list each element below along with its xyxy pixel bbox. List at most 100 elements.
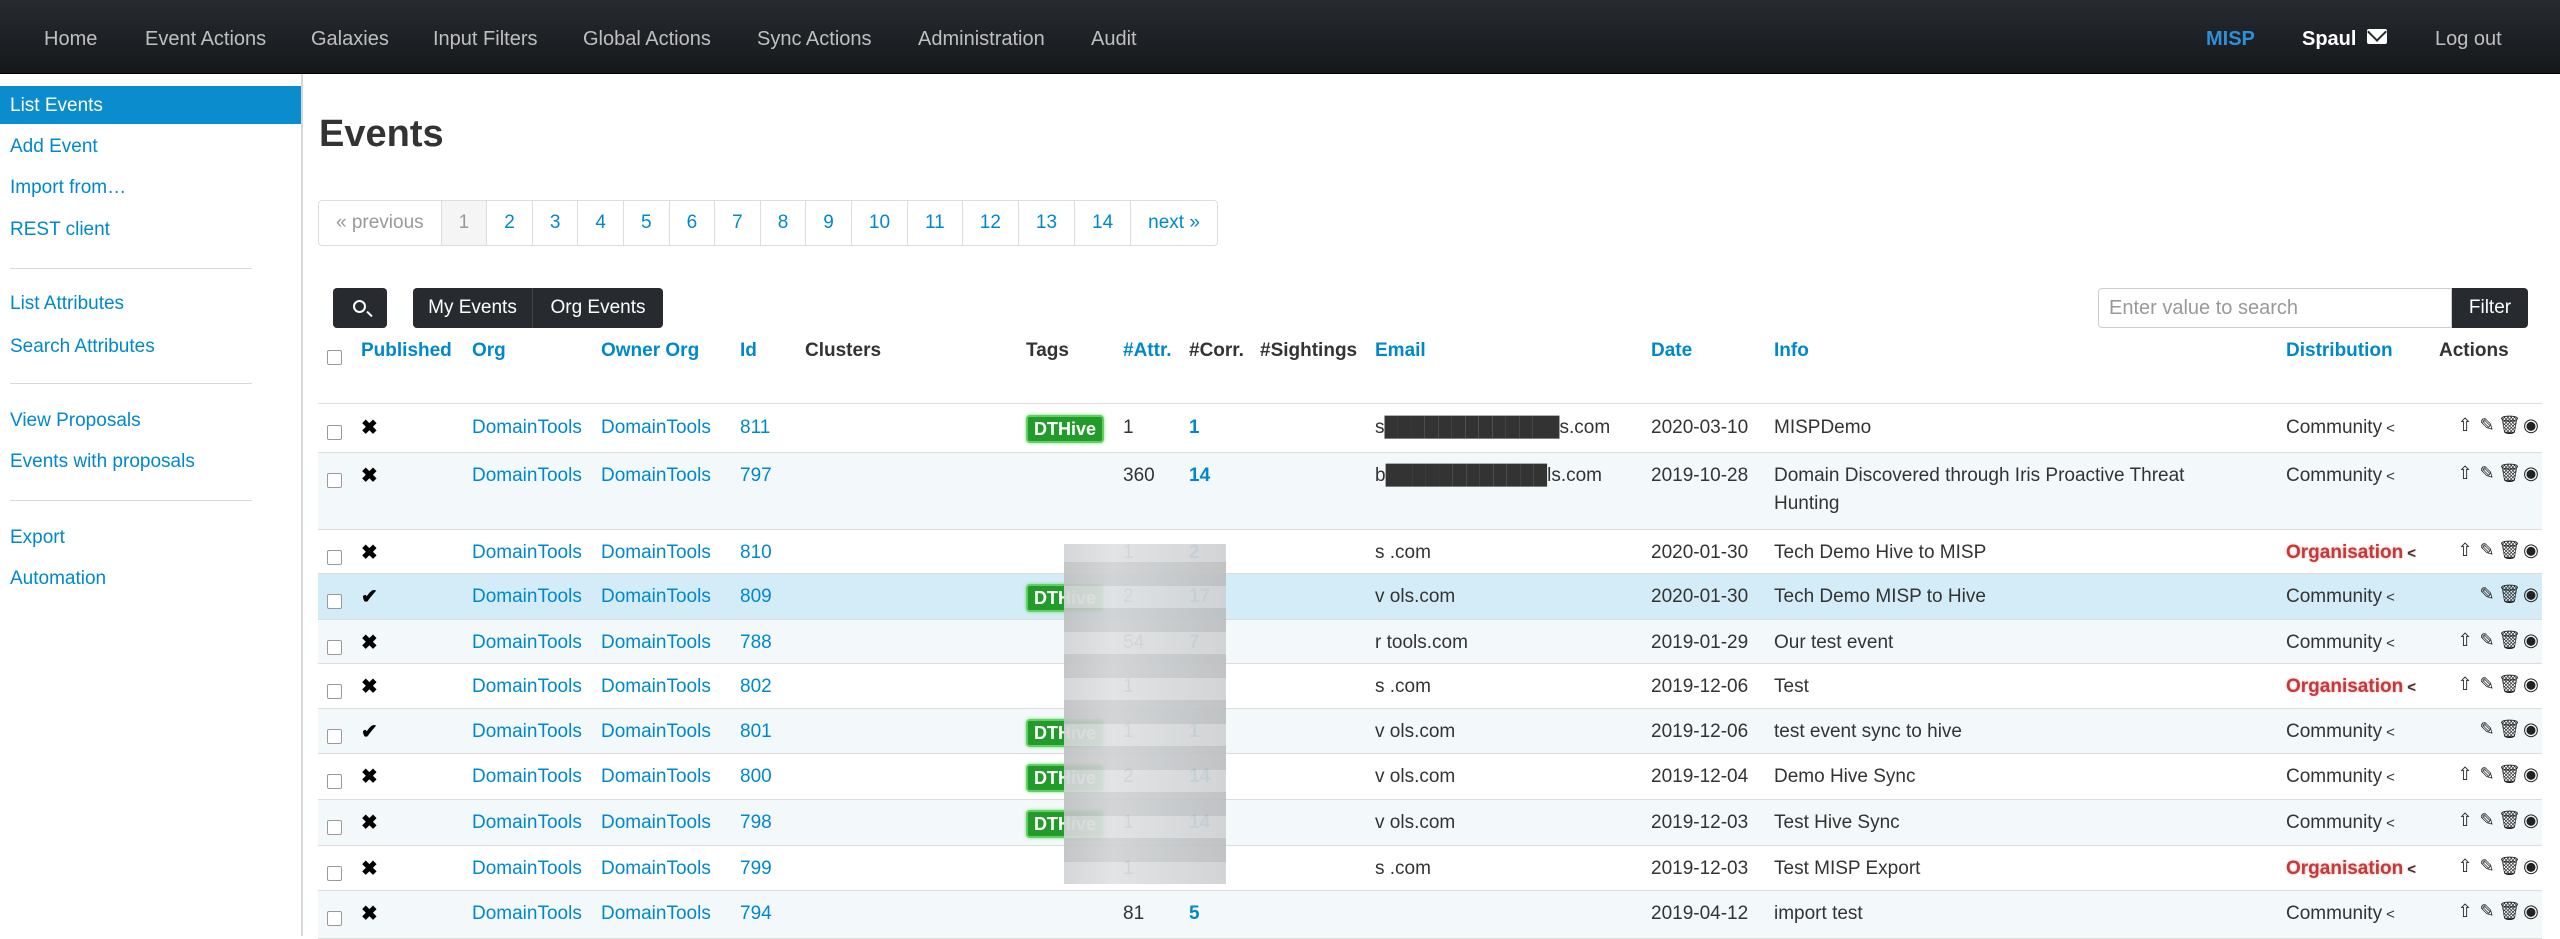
pagination-previous[interactable]: « previous — [319, 201, 441, 245]
owner-org-link[interactable]: DomainTools — [601, 809, 711, 837]
event-id-link[interactable]: 794 — [740, 900, 772, 928]
event-id-link[interactable]: 810 — [740, 539, 772, 567]
nav-home[interactable]: Home — [44, 0, 97, 74]
org-link[interactable]: DomainTools — [472, 462, 582, 490]
search-toggle-button[interactable] — [333, 288, 387, 328]
upload-icon[interactable]: ⇧ — [2454, 810, 2476, 831]
trash-icon[interactable]: 🗑︎ — [2498, 719, 2521, 740]
row-checkbox[interactable] — [327, 684, 342, 699]
sidebar-item-events-with-proposals[interactable]: Events with proposals — [0, 442, 301, 480]
trash-icon[interactable]: 🗑︎ — [2498, 630, 2521, 651]
upload-icon[interactable]: ⇧ — [2454, 463, 2476, 484]
pagination-next[interactable]: next » — [1130, 201, 1217, 245]
nav-brand[interactable]: MISP — [2206, 0, 2255, 74]
sidebar-item-export[interactable]: Export — [0, 518, 301, 556]
eye-icon[interactable]: ◉ — [2520, 810, 2542, 831]
eye-icon[interactable]: ◉ — [2520, 764, 2542, 785]
row-checkbox[interactable] — [327, 594, 342, 609]
row-checkbox[interactable] — [327, 820, 342, 835]
nav-event-actions[interactable]: Event Actions — [145, 0, 266, 74]
org-link[interactable]: DomainTools — [472, 763, 582, 791]
event-id-link[interactable]: 788 — [740, 629, 772, 657]
nav-input-filters[interactable]: Input Filters — [433, 0, 537, 74]
trash-icon[interactable]: 🗑︎ — [2498, 856, 2521, 877]
upload-icon[interactable]: ⇧ — [2454, 901, 2476, 922]
nav-logout[interactable]: Log out — [2435, 0, 2502, 74]
sidebar-item-automation[interactable]: Automation — [0, 559, 301, 597]
pagination-page[interactable]: 6 — [668, 201, 715, 245]
event-tag[interactable]: DTHive — [1026, 415, 1105, 443]
trash-icon[interactable]: 🗑︎ — [2498, 674, 2521, 695]
org-link[interactable]: DomainTools — [472, 809, 582, 837]
owner-org-link[interactable]: DomainTools — [601, 462, 711, 490]
sidebar-item-list-attributes[interactable]: List Attributes — [0, 284, 301, 322]
pagination-page[interactable]: 14 — [1074, 201, 1130, 245]
owner-org-link[interactable]: DomainTools — [601, 855, 711, 883]
row-checkbox[interactable] — [327, 473, 342, 488]
org-link[interactable]: DomainTools — [472, 414, 582, 442]
upload-icon[interactable]: ⇧ — [2454, 540, 2476, 561]
header-date[interactable]: Date — [1651, 340, 1692, 362]
nav-sync-actions[interactable]: Sync Actions — [757, 0, 872, 74]
header-email[interactable]: Email — [1375, 340, 1426, 362]
table-row[interactable]: ✖ DomainTools DomainTools 794 81 5 2019-04-12 i… — [318, 891, 2542, 939]
pagination-page[interactable]: 3 — [531, 201, 578, 245]
eye-icon[interactable]: ◉ — [2520, 584, 2542, 605]
org-link[interactable]: DomainTools — [472, 900, 582, 928]
header-info[interactable]: Info — [1774, 340, 1809, 362]
header-distribution[interactable]: Distribution — [2286, 340, 2393, 362]
table-row[interactable]: ✖DomainToolsDomainTools81012s .com2020-0… — [318, 530, 2542, 574]
eye-icon[interactable]: ◉ — [2520, 415, 2542, 436]
owner-org-link[interactable]: DomainTools — [601, 718, 711, 746]
owner-org-link[interactable]: DomainTools — [601, 673, 711, 701]
trash-icon[interactable]: 🗑︎ — [2498, 764, 2521, 785]
edit-icon[interactable]: ✎ — [2476, 856, 2498, 877]
table-row[interactable]: ✖DomainToolsDomainTools788547r tools.com… — [318, 620, 2542, 664]
table-row[interactable]: ✔DomainToolsDomainTools801DTHive11v ols.… — [318, 709, 2542, 754]
sidebar-item-view-proposals[interactable]: View Proposals — [0, 401, 301, 439]
nav-user[interactable]: Spaul — [2302, 0, 2356, 74]
event-id-link[interactable]: 801 — [740, 718, 772, 746]
table-row[interactable]: ✖DomainToolsDomainTools800DTHive214v ols… — [318, 754, 2542, 800]
owner-org-link[interactable]: DomainTools — [601, 763, 711, 791]
eye-icon[interactable]: ◉ — [2520, 901, 2542, 922]
event-id-link[interactable]: 798 — [740, 809, 772, 837]
org-link[interactable]: DomainTools — [472, 855, 582, 883]
pagination-page[interactable]: 4 — [577, 201, 623, 245]
org-link[interactable]: DomainTools — [472, 718, 582, 746]
edit-icon[interactable]: ✎ — [2476, 584, 2498, 605]
row-checkbox[interactable] — [327, 550, 342, 565]
my-events-button[interactable]: My Events — [413, 288, 532, 328]
edit-icon[interactable]: ✎ — [2476, 901, 2498, 922]
trash-icon[interactable]: 🗑︎ — [2498, 810, 2521, 831]
upload-icon[interactable]: ⇧ — [2454, 630, 2476, 651]
table-row[interactable]: ✖DomainToolsDomainTools798DTHive114v ols… — [318, 800, 2542, 846]
table-row[interactable]: ✖ DomainTools DomainTools 797 360 14 b████████… — [318, 453, 2542, 530]
header-attr[interactable]: #Attr. — [1123, 340, 1172, 362]
event-id-link[interactable]: 811 — [740, 414, 770, 442]
header-id[interactable]: Id — [740, 340, 757, 362]
event-id-link[interactable]: 799 — [740, 855, 772, 883]
search-input[interactable] — [2098, 288, 2452, 328]
event-id-link[interactable]: 809 — [740, 583, 772, 611]
eye-icon[interactable]: ◉ — [2520, 856, 2542, 877]
sidebar-item-import-from[interactable]: Import from… — [0, 168, 301, 206]
row-checkbox[interactable] — [327, 774, 342, 789]
pagination-page[interactable]: 8 — [759, 201, 806, 245]
edit-icon[interactable]: ✎ — [2476, 463, 2498, 484]
sidebar-item-search-attributes[interactable]: Search Attributes — [0, 327, 301, 365]
mail-icon[interactable] — [2367, 29, 2387, 44]
pagination-page[interactable]: 11 — [907, 201, 962, 245]
filter-button[interactable]: Filter — [2452, 288, 2528, 328]
owner-org-link[interactable]: DomainTools — [601, 539, 711, 567]
row-checkbox[interactable] — [327, 425, 342, 440]
row-checkbox[interactable] — [327, 866, 342, 881]
sidebar-item-list-events[interactable]: List Events — [0, 86, 301, 124]
org-events-button[interactable]: Org Events — [532, 288, 663, 328]
owner-org-link[interactable]: DomainTools — [601, 583, 711, 611]
owner-org-link[interactable]: DomainTools — [601, 414, 711, 442]
org-link[interactable]: DomainTools — [472, 673, 582, 701]
nav-audit[interactable]: Audit — [1091, 0, 1137, 74]
table-row[interactable]: ✖DomainToolsDomainTools7991s .com2019-12… — [318, 846, 2542, 891]
nav-galaxies[interactable]: Galaxies — [311, 0, 389, 74]
